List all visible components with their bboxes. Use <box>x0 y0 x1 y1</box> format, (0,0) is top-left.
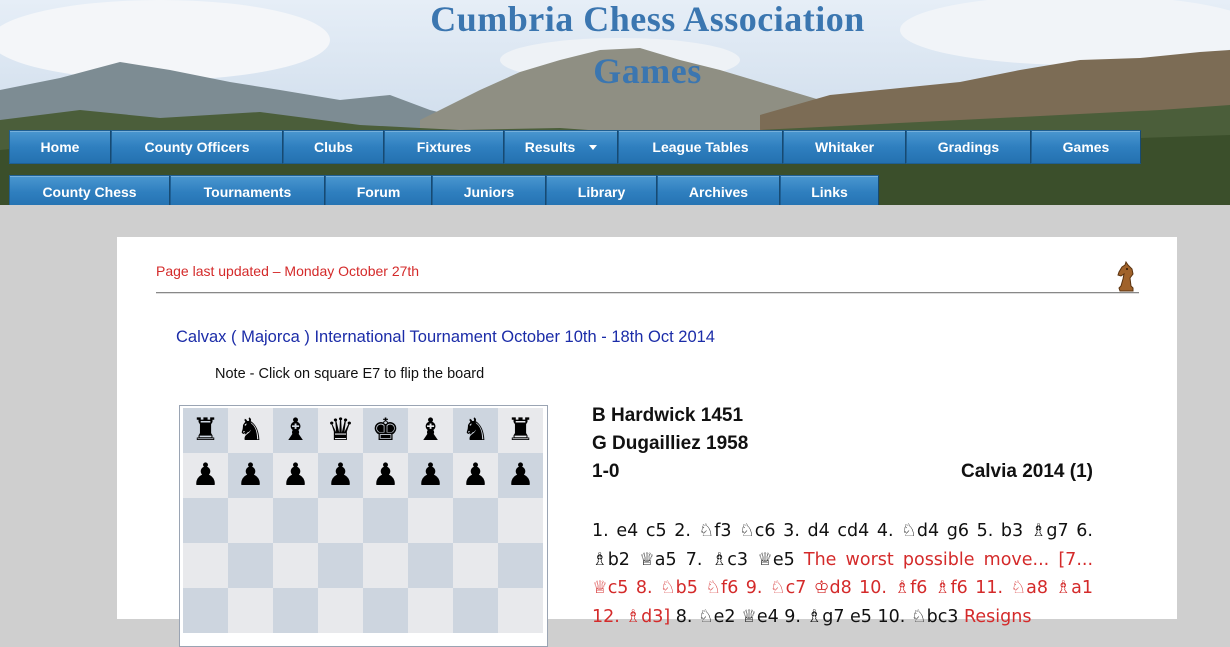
square-d7[interactable]: ♟ <box>318 453 363 498</box>
nav-county-chess[interactable]: County Chess <box>9 175 170 205</box>
square-c6[interactable] <box>273 498 318 543</box>
nav-league-tables-label: League Tables <box>652 139 749 155</box>
nav-links-label: Links <box>811 184 848 200</box>
last-updated-text: Page last updated – Monday October 27th <box>156 263 420 279</box>
nav-tournaments[interactable]: Tournaments <box>170 175 325 205</box>
flip-board-note: Note - Click on square E7 to flip the bo… <box>215 366 485 382</box>
nav-clubs-label: Clubs <box>314 139 353 155</box>
nav-library-label: Library <box>577 184 626 200</box>
game-result: 1-0 <box>592 461 620 482</box>
square-b7[interactable]: ♟ <box>228 453 273 498</box>
square-g6[interactable] <box>453 498 498 543</box>
game-header: B Hardwick 1451 G Dugailliez 1958 1-0 Ca… <box>592 405 1093 483</box>
nav-library[interactable]: Library <box>546 175 657 205</box>
square-f8[interactable]: ♝ <box>408 408 453 453</box>
square-f7[interactable]: ♟ <box>408 453 453 498</box>
page-title: Games <box>593 51 702 91</box>
square-c5[interactable] <box>273 543 318 588</box>
square-a4[interactable] <box>183 588 228 633</box>
nav-clubs[interactable]: Clubs <box>283 130 384 164</box>
nav-games-label: Games <box>1062 139 1110 155</box>
nav-games[interactable]: Games <box>1031 130 1141 164</box>
nav-county-chess-label: County Chess <box>42 184 137 200</box>
nav-county-officers-label: County Officers <box>144 139 250 155</box>
nav-results-label: Results <box>524 139 576 155</box>
nav-county-officers[interactable]: County Officers <box>111 130 283 164</box>
site-title: Cumbria Chess Association <box>430 0 865 39</box>
square-a6[interactable] <box>183 498 228 543</box>
square-h8[interactable]: ♜ <box>498 408 543 453</box>
square-h6[interactable] <box>498 498 543 543</box>
nav-gradings[interactable]: Gradings <box>906 130 1031 164</box>
square-d6[interactable] <box>318 498 363 543</box>
nav-tournaments-label: Tournaments <box>203 184 292 200</box>
square-e6[interactable] <box>363 498 408 543</box>
nav-juniors[interactable]: Juniors <box>432 175 546 205</box>
white-player: B Hardwick 1451 <box>592 405 744 426</box>
square-b4[interactable] <box>228 588 273 633</box>
square-g5[interactable] <box>453 543 498 588</box>
square-f6[interactable] <box>408 498 453 543</box>
nav-whitaker-label: Whitaker <box>814 139 875 155</box>
square-d4[interactable] <box>318 588 363 633</box>
moves-continuation: 8. ♘e2 ♕e4 9. ♗g7 e5 10. ♘bc3 <box>675 606 965 627</box>
nav-whitaker[interactable]: Whitaker <box>783 130 906 164</box>
square-a5[interactable] <box>183 543 228 588</box>
square-c4[interactable] <box>273 588 318 633</box>
square-f4[interactable] <box>408 588 453 633</box>
nav-fixtures[interactable]: Fixtures <box>384 130 504 164</box>
square-e5[interactable] <box>363 543 408 588</box>
nav-links[interactable]: Links <box>780 175 879 205</box>
chess-knight-icon <box>1117 261 1134 292</box>
square-a8[interactable]: ♜ <box>183 408 228 453</box>
square-b5[interactable] <box>228 543 273 588</box>
nav-archives[interactable]: Archives <box>657 175 780 205</box>
square-d5[interactable] <box>318 543 363 588</box>
move-list: 1. e4 c5 2. ♘f3 ♘c6 3. d4 cd4 4. ♘d4 g6 … <box>592 517 1093 631</box>
square-c8[interactable]: ♝ <box>273 408 318 453</box>
nav-home[interactable]: Home <box>9 130 111 164</box>
header-banner: Cumbria Chess Association Games Home Cou… <box>0 0 1230 205</box>
square-c7[interactable]: ♟ <box>273 453 318 498</box>
square-h7[interactable]: ♟ <box>498 453 543 498</box>
header-divider <box>156 292 1139 294</box>
black-player: G Dugailliez 1958 <box>592 433 749 454</box>
square-h5[interactable] <box>498 543 543 588</box>
moves-resigns: Resigns <box>964 606 1032 627</box>
main-nav-row1: Home County Officers Clubs Fixtures Resu… <box>9 130 1141 164</box>
square-b8[interactable]: ♞ <box>228 408 273 453</box>
square-g4[interactable] <box>453 588 498 633</box>
nav-results[interactable]: Results <box>504 130 618 164</box>
players: B Hardwick 1451 G Dugailliez 1958 <box>592 405 1093 455</box>
square-g8[interactable]: ♞ <box>453 408 498 453</box>
square-e7[interactable]: ♟ <box>363 453 408 498</box>
square-g7[interactable]: ♟ <box>453 453 498 498</box>
chess-board: ♜ ♞ ♝ ♛ ♚ ♝ ♞ ♜ ♟ ♟ ♟ ♟ ♟ ♟ ♟ ♟ <box>179 405 548 647</box>
square-a7[interactable]: ♟ <box>183 453 228 498</box>
nav-forum-label: Forum <box>356 184 401 200</box>
square-b6[interactable] <box>228 498 273 543</box>
board-grid: ♜ ♞ ♝ ♛ ♚ ♝ ♞ ♜ ♟ ♟ ♟ ♟ ♟ ♟ ♟ ♟ <box>183 408 543 633</box>
square-d8[interactable]: ♛ <box>318 408 363 453</box>
nav-home-label: Home <box>40 139 80 155</box>
chevron-down-icon <box>589 144 598 150</box>
main-nav-row2: County Chess Tournaments Forum Juniors L… <box>9 175 879 205</box>
square-h4[interactable] <box>498 588 543 633</box>
main-content: Page last updated – Monday October 27th … <box>117 237 1177 647</box>
tournament-title: Calvax ( Majorca ) International Tournam… <box>176 328 715 346</box>
square-e8[interactable]: ♚ <box>363 408 408 453</box>
game-event: Calvia 2014 (1) <box>960 461 1093 482</box>
result-line: 1-0 Calvia 2014 (1) <box>592 461 1093 483</box>
nav-fixtures-label: Fixtures <box>416 139 472 155</box>
square-e4[interactable] <box>363 588 408 633</box>
nav-gradings-label: Gradings <box>937 139 1000 155</box>
nav-forum[interactable]: Forum <box>325 175 432 205</box>
nav-juniors-label: Juniors <box>463 184 515 200</box>
nav-league-tables[interactable]: League Tables <box>618 130 783 164</box>
square-f5[interactable] <box>408 543 453 588</box>
nav-archives-label: Archives <box>688 184 749 200</box>
